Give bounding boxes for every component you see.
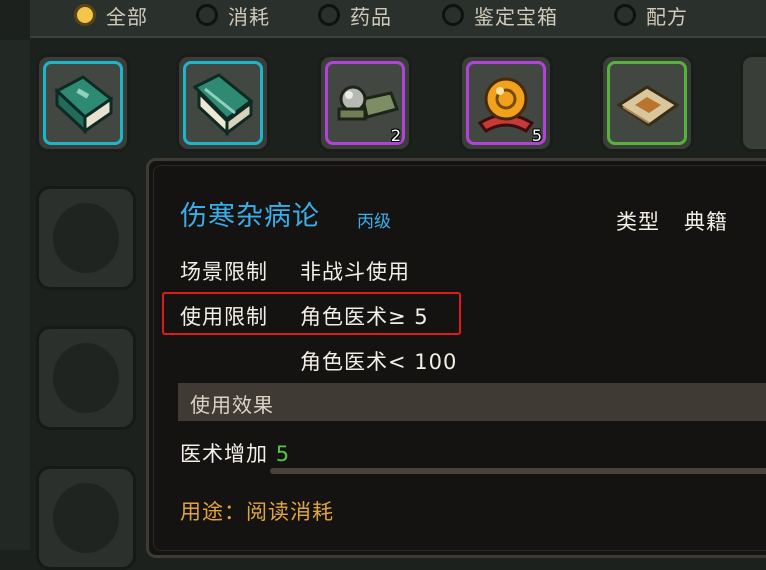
golden-orb-icon [477, 77, 535, 133]
effect-stat: 医术增加 [180, 442, 268, 466]
radio-icon[interactable] [442, 4, 464, 26]
item-count: 2 [390, 126, 401, 145]
empty-slot[interactable] [36, 326, 136, 430]
inventory-slot[interactable]: 5 [459, 54, 553, 152]
green-book-icon [54, 75, 114, 135]
requirement-max: 角色医术< 100 [300, 350, 458, 374]
effect-header-bar: 使用效果 [178, 383, 766, 421]
inventory-slot[interactable]: 2 [318, 54, 412, 152]
filter-medicine[interactable]: 药品 [318, 0, 392, 30]
filter-label: 消耗 [228, 4, 270, 29]
filter-bar: 全部 消耗 药品 鉴定宝箱 配方 [30, 0, 766, 38]
filter-consumable[interactable]: 消耗 [196, 0, 270, 30]
usage-text: 用途：阅读消耗 [180, 500, 334, 524]
radio-icon[interactable] [318, 4, 340, 26]
empty-slot[interactable] [36, 186, 136, 290]
divider [270, 468, 766, 474]
inventory-slot-partial[interactable] [740, 54, 766, 152]
filter-appraisal-chest[interactable]: 鉴定宝箱 [442, 0, 558, 30]
empty-slot[interactable] [36, 466, 136, 570]
medicine-packet-icon [616, 85, 680, 127]
inventory-slot[interactable] [36, 54, 130, 152]
radio-icon[interactable] [614, 4, 636, 26]
radio-selected-icon[interactable] [74, 4, 96, 26]
highlight-box [162, 292, 461, 335]
left-panel [0, 40, 30, 550]
item-count: 5 [531, 126, 542, 145]
filter-recipe[interactable]: 配方 [614, 0, 688, 30]
radio-icon[interactable] [196, 4, 218, 26]
scene-restriction-value: 非战斗使用 [300, 260, 410, 284]
inventory-slot[interactable] [176, 54, 270, 152]
scene-restriction-label: 场景限制 [180, 260, 268, 284]
type-value: 典籍 [684, 210, 728, 234]
inventory-slot[interactable] [600, 54, 694, 152]
effect-value: 5 [275, 442, 291, 466]
filter-label: 药品 [350, 4, 392, 29]
item-grade: 丙级 [357, 212, 391, 232]
filter-all[interactable]: 全部 [74, 0, 148, 30]
item-name: 伤寒杂病论 [180, 201, 320, 232]
open-book-icon [192, 73, 254, 137]
jade-items-icon [337, 85, 399, 121]
filter-label: 鉴定宝箱 [474, 4, 558, 29]
filter-label: 全部 [106, 4, 148, 29]
effect-header: 使用效果 [190, 393, 274, 417]
type-label: 类型 [616, 210, 660, 234]
filter-label: 配方 [646, 4, 688, 29]
effect-line: 医术增加 5 [180, 438, 290, 468]
